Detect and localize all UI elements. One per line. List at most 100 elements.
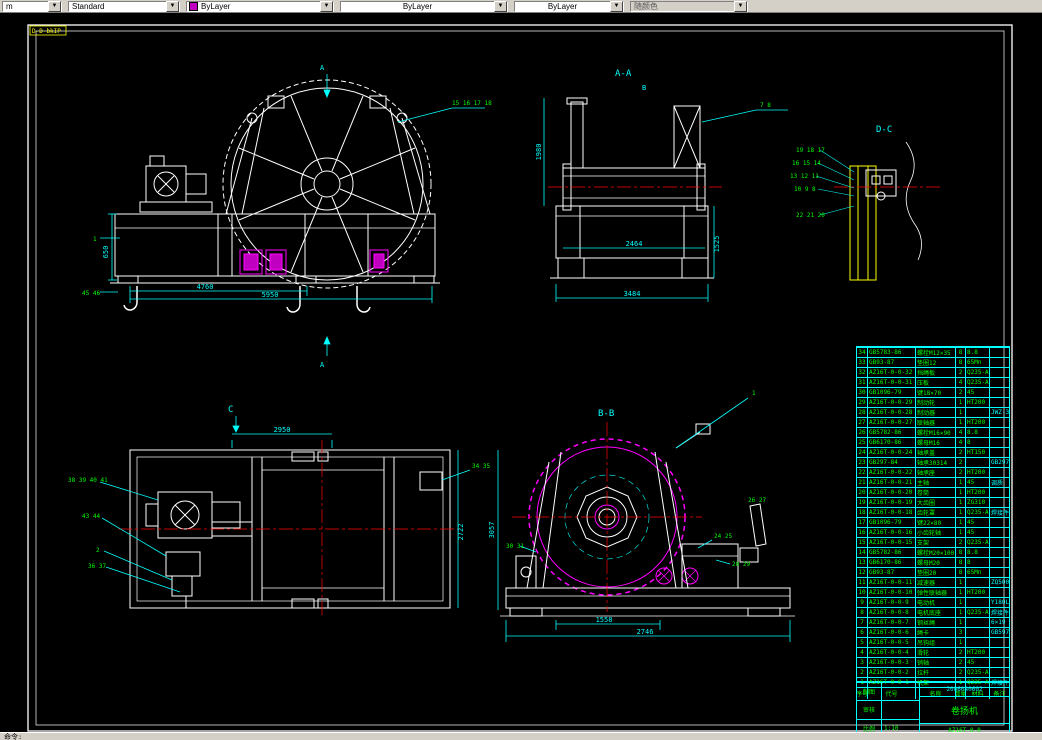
lineweight-combo-value: ByLayer (547, 1, 578, 11)
bom-cell-name: 轴承盖 (916, 447, 956, 457)
bom-row: 5 AZ16T-0-0-5 吊钩组 1 (857, 637, 1009, 647)
bom-row: 10 AZ16T-0-0-10 弹性联轴器 1 HT200 (857, 587, 1009, 597)
view-title: D-C (876, 125, 892, 135)
bom-cell-material: 45 (966, 527, 990, 537)
bom-cell-material: HT200 (966, 417, 990, 427)
balloon-numbers: 15 16 17 18 (452, 100, 492, 107)
bom-cell-code: AZ16T-0-0-21 (868, 477, 916, 487)
dim-text: 2722 (457, 524, 465, 541)
bom-cell-qty: 1 (956, 607, 966, 617)
bom-cell-code: GB297-84 (868, 457, 916, 467)
bom-cell-seq: 24 (857, 447, 868, 457)
style-combo[interactable]: Standard ▼ (68, 0, 180, 12)
bom-cell-material: 45 (966, 477, 990, 487)
chevron-down-icon[interactable]: ▼ (48, 0, 61, 12)
bom-cell-code: AZ16T-0-0-4 (868, 647, 916, 657)
bom-row: 18 AZ16T-0-0-18 齿轮罩 1 Q235-A 焊接件 (857, 507, 1009, 517)
balloon-numbers: 26 27 (748, 497, 766, 504)
bom-cell-material: Q235-A (966, 367, 990, 377)
bom-cell-qty: 1 (956, 497, 966, 507)
balloon-numbers: 19 18 17 (796, 147, 825, 154)
bom-row: 33 GB93-87 垫圈12 8 65Mn (857, 357, 1009, 367)
corner-label: D-D-bkIP (29, 25, 67, 36)
bom-cell-remark (990, 437, 1009, 447)
chevron-down-icon[interactable]: ▼ (320, 0, 333, 12)
bom-cell-qty: 2 (956, 457, 966, 467)
dim-text: 2464 (626, 240, 643, 248)
bom-cell-seq: 18 (857, 507, 868, 517)
command-line-bar[interactable]: 命令: (0, 732, 1042, 740)
bom-cell-remark (990, 637, 1009, 647)
bom-cell-qty: 2 (956, 657, 966, 667)
chevron-down-icon: ▼ (734, 0, 747, 12)
bom-cell-qty: 1 (956, 577, 966, 587)
balloon-numbers: 1 (752, 390, 756, 397)
bom-cell-code: AZ16T-0-0-20 (868, 487, 916, 497)
chevron-down-icon[interactable]: ▼ (494, 0, 507, 12)
bom-cell-qty: 4 (956, 427, 966, 437)
bom-cell-remark: 6×19 (990, 617, 1009, 627)
bom-cell-material: HT200 (966, 587, 990, 597)
dim-text: 4760 (197, 283, 214, 291)
bom-cell-name: 轴承座 (916, 467, 956, 477)
bom-cell-qty: 2 (956, 447, 966, 457)
bom-cell-seq: 20 (857, 487, 868, 497)
value-draw (882, 683, 919, 700)
bom-cell-remark: ZQ500 (990, 577, 1009, 586)
title-block-row: 审核 (857, 701, 919, 720)
bom-cell-qty: 1 (956, 417, 966, 427)
bom-cell-seq: 9 (857, 597, 868, 607)
bom-cell-qty: 1 (956, 527, 966, 537)
bom-cell-qty: 8 (956, 547, 966, 557)
bom-row: 3 AZ16T-0-0-3 销轴 2 45 (857, 657, 1009, 667)
bom-cell-code: AZ16T-0-0-10 (868, 587, 916, 597)
bom-cell-seq: 25 (857, 437, 868, 447)
left-combo-value: m (6, 1, 13, 11)
bom-cell-qty: 2 (956, 667, 966, 677)
bom-row: 8 AZ16T-0-0-8 电机底座 1 Q235-A 焊接件 (857, 607, 1009, 617)
bom-cell-code: AZ16T-0-0-24 (868, 447, 916, 457)
corner-label-text: D-D-bkIP (32, 28, 61, 35)
balloon-numbers: 28 29 (732, 561, 750, 568)
bom-cell-remark (990, 377, 1009, 387)
lineweight-combo[interactable]: ByLayer ▼ (514, 0, 624, 12)
bom-cell-remark (990, 517, 1009, 527)
bom-row: 30 GB1096-79 键18×70 2 45 (857, 387, 1009, 397)
chevron-down-icon[interactable]: ▼ (166, 0, 179, 12)
bom-cell-material: HT200 (966, 397, 990, 407)
color-combo-value: ByLayer (201, 1, 231, 11)
bom-cell-remark (990, 567, 1009, 577)
drawing-title: 卷扬机 (950, 706, 978, 717)
linetype-combo[interactable]: ByLayer ▼ (340, 0, 508, 12)
bom-cell-seq: 26 (857, 427, 868, 437)
bb-view-centerlines (512, 422, 702, 612)
plan-view-centerlines (118, 440, 462, 618)
balloon-numbers: 43 44 (82, 513, 100, 520)
bom-cell-name: 螺母M20 (916, 557, 956, 567)
bom-cell-qty: 1 (956, 397, 966, 407)
bom-cell-name: 螺栓M16×90 (916, 427, 956, 437)
bom-cell-name: 齿轮罩 (916, 507, 956, 517)
bom-cell-name: 小齿轮轴 (916, 527, 956, 537)
bom-cell-qty: 3 (956, 627, 966, 637)
color-combo[interactable]: ByLayer ▼ (186, 0, 334, 12)
bom-cell-qty: 2 (956, 647, 966, 657)
bom-cell-seq: 30 (857, 387, 868, 397)
left-combo[interactable]: m ▼ (2, 0, 62, 12)
bom-row: 21 AZ16T-0-0-21 主轴 1 45 调质 (857, 477, 1009, 487)
bom-cell-code: AZ16T-0-0-18 (868, 507, 916, 517)
model-space-canvas[interactable]: D-D-bkIP A A 4760 5950 650 15 16 17 18 1… (0, 13, 1042, 738)
bom-cell-material (966, 627, 990, 637)
bom-row: 19 AZ16T-0-0-19 大齿圈 1 ZG310 (857, 497, 1009, 507)
bom-row: 2 AZ16T-0-0-2 拉杆 2 Q235-A (857, 667, 1009, 677)
bom-cell-material: Q235-A (966, 667, 990, 677)
bom-cell-remark: 焊接件 (990, 607, 1009, 617)
bom-cell-name: 螺母M16 (916, 437, 956, 447)
chevron-down-icon[interactable]: ▼ (610, 0, 623, 12)
bom-cell-remark (990, 667, 1009, 677)
bom-cell-remark (990, 467, 1009, 477)
bom-cell-material: 8 (966, 437, 990, 447)
bom-cell-name: 主轴 (916, 477, 956, 487)
bom-cell-qty: 1 (956, 617, 966, 627)
bom-cell-code: GB1096-79 (868, 517, 916, 527)
